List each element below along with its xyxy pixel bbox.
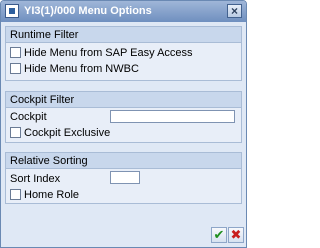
ok-button[interactable]: ✔ bbox=[211, 227, 227, 243]
dialog-footer bbox=[1, 222, 246, 247]
menu-options-dialog: YI3(1)/000 Menu Options × Runtime Filter… bbox=[0, 0, 247, 248]
runtime-filter-title: Runtime Filter bbox=[6, 27, 241, 43]
cockpit-label: Cockpit bbox=[10, 111, 47, 123]
home-role-checkbox[interactable] bbox=[10, 188, 21, 200]
runtime-filter-group: Runtime Filter Hide Menu from SAP Easy A… bbox=[5, 26, 242, 81]
relative-sorting-group: Relative Sorting Sort Index Home Role bbox=[5, 152, 242, 204]
title-bar[interactable]: YI3(1)/000 Menu Options × bbox=[1, 1, 246, 22]
cockpit-filter-title: Cockpit Filter bbox=[6, 92, 241, 108]
sap-window-icon bbox=[5, 4, 19, 18]
sort-index-input[interactable] bbox=[110, 171, 140, 184]
cockpit-exclusive-row[interactable]: Cockpit Exclusive bbox=[10, 126, 110, 140]
hide-sap-easy-access-checkbox[interactable] bbox=[10, 46, 21, 58]
hide-sap-easy-access-row[interactable]: Hide Menu from SAP Easy Access bbox=[10, 46, 193, 60]
cancel-icon: ✖ bbox=[230, 227, 242, 242]
close-button[interactable]: × bbox=[227, 4, 242, 18]
checkmark-icon: ✔ bbox=[213, 227, 225, 242]
cockpit-input[interactable] bbox=[110, 110, 235, 123]
dialog-title: YI3(1)/000 Menu Options bbox=[24, 5, 152, 17]
home-role-row[interactable]: Home Role bbox=[10, 188, 79, 202]
cockpit-exclusive-label: Cockpit Exclusive bbox=[24, 127, 111, 139]
close-icon: × bbox=[230, 4, 238, 18]
relative-sorting-title: Relative Sorting bbox=[6, 153, 241, 169]
cockpit-exclusive-checkbox[interactable] bbox=[10, 126, 21, 138]
hide-sap-easy-access-label: Hide Menu from SAP Easy Access bbox=[24, 47, 193, 59]
sort-index-label: Sort Index bbox=[10, 173, 61, 185]
hide-nwbc-row[interactable]: Hide Menu from NWBC bbox=[10, 62, 139, 76]
hide-nwbc-checkbox[interactable] bbox=[10, 62, 21, 74]
cancel-button[interactable]: ✖ bbox=[228, 227, 244, 243]
home-role-label: Home Role bbox=[24, 189, 80, 201]
hide-nwbc-label: Hide Menu from NWBC bbox=[24, 63, 139, 75]
cockpit-filter-group: Cockpit Filter Cockpit Cockpit Exclusive bbox=[5, 91, 242, 143]
